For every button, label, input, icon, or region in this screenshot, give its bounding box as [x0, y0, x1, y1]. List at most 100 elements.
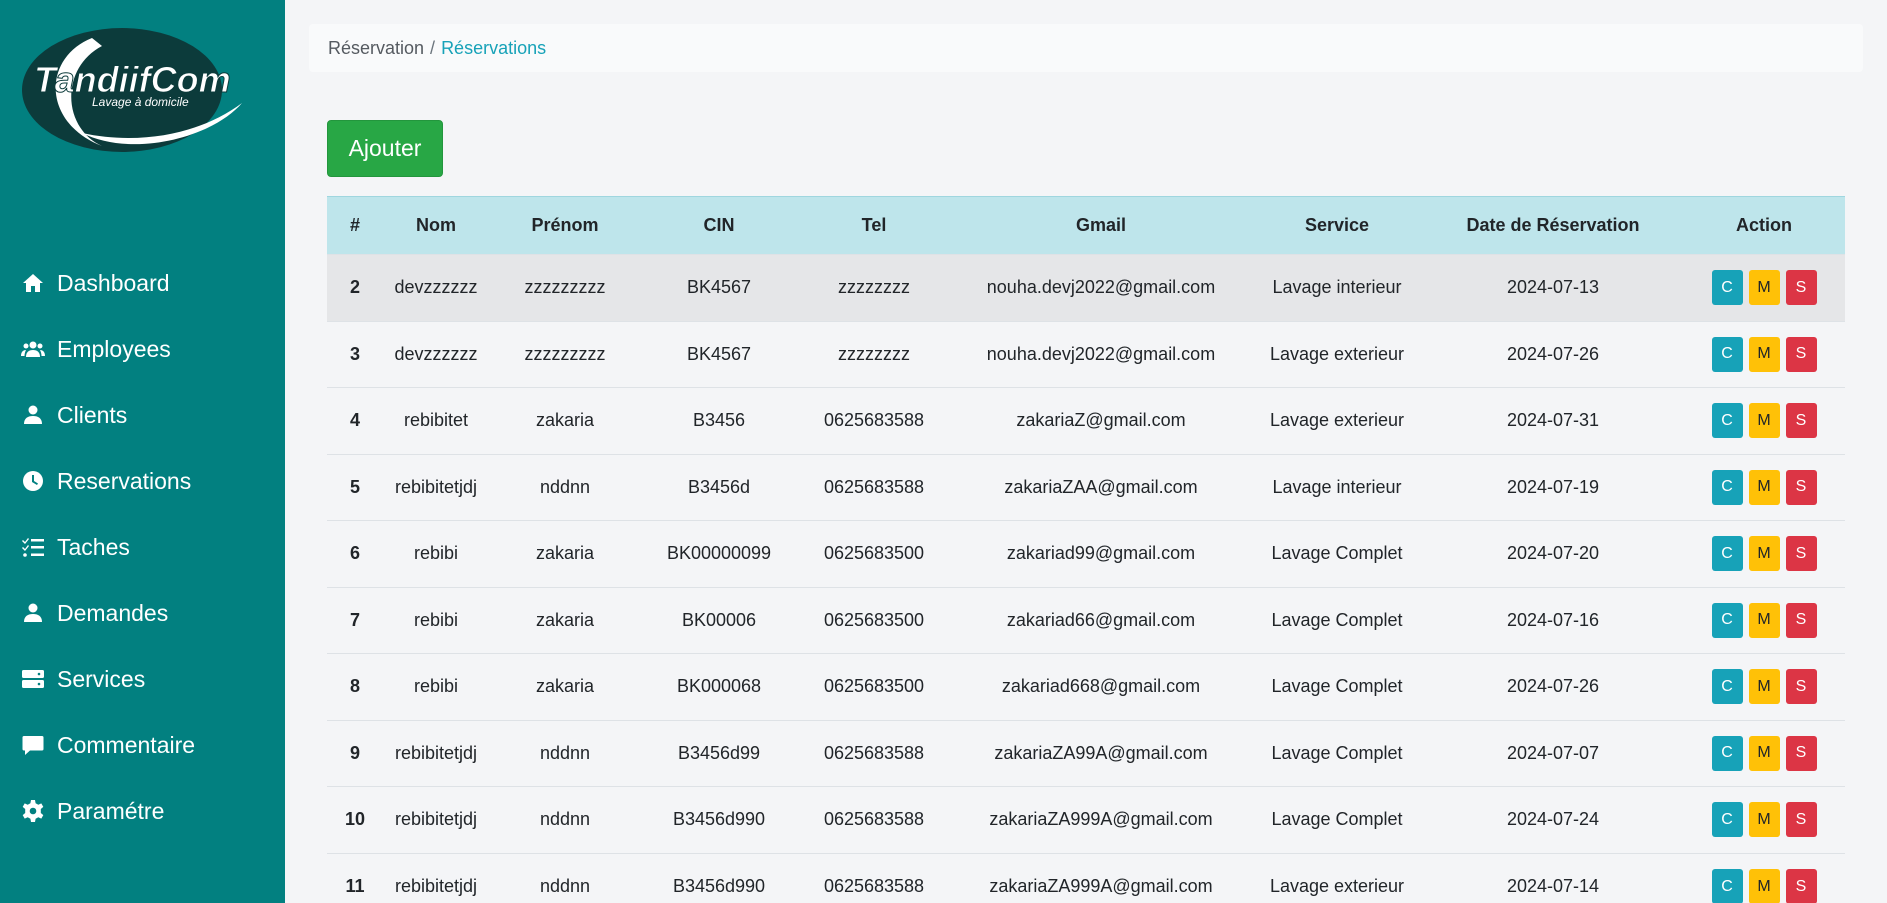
cell-id: 9	[349, 742, 360, 763]
delete-button[interactable]: S	[1785, 536, 1817, 572]
cell-nom: rebibitetjdj	[394, 476, 478, 497]
cell-service: Lavage exterieur	[1269, 876, 1405, 896]
modify-button[interactable]: M	[1748, 536, 1780, 572]
modify-button[interactable]: M	[1748, 869, 1780, 903]
consult-button[interactable]: C	[1711, 735, 1743, 771]
cell-action: CMS	[1683, 720, 1845, 787]
cell-cin: BK000068	[676, 676, 762, 697]
delete-button[interactable]: S	[1785, 669, 1817, 705]
cell-tel: 0625683500	[823, 609, 925, 630]
consult-button[interactable]: C	[1711, 270, 1743, 306]
cell-id: 8	[349, 676, 360, 697]
consult-button[interactable]: C	[1711, 602, 1743, 638]
sidebar-item-clients[interactable]: Clients	[0, 382, 285, 448]
consult-button[interactable]: C	[1711, 669, 1743, 705]
sidebar-item-services[interactable]: Services	[0, 646, 285, 712]
row-actions: CMS	[1711, 336, 1817, 372]
cell-nom: rebibitetjdj	[394, 809, 478, 830]
sidebar-item-reservations[interactable]: Reservations	[0, 448, 285, 514]
modify-button[interactable]: M	[1748, 336, 1780, 372]
cell-id: 7	[349, 609, 360, 630]
breadcrumb: Réservation / Réservations	[309, 24, 1863, 72]
cell-id: 6	[349, 543, 360, 564]
comment-icon	[20, 732, 46, 758]
row-actions: CMS	[1711, 735, 1817, 771]
table-body: 2 devzzzzzz zzzzzzzzz BK4567 zzzzzzzz nouha.d…	[327, 254, 1845, 903]
delete-button[interactable]: S	[1785, 735, 1817, 771]
modify-button[interactable]: M	[1748, 735, 1780, 771]
table-row: 3 devzzzzzz zzzzzzzzz BK4567 zzzzzzzz nouha.d…	[327, 321, 1845, 388]
modify-button[interactable]: M	[1748, 270, 1780, 306]
sidebar-item-demandes[interactable]: Demandes	[0, 580, 285, 646]
cell-service: Lavage Complet	[1271, 809, 1403, 830]
cell-tel: 0625683588	[823, 876, 925, 896]
sidebar-item-parametre[interactable]: Paramétre	[0, 778, 285, 844]
cell-tel: 0625683588	[823, 742, 925, 763]
cell-service: Lavage Complet	[1271, 742, 1403, 763]
cell-cin: BK00000099	[666, 543, 772, 564]
cell-date: 2024-07-13	[1506, 277, 1600, 298]
sidebar-item-dashboard[interactable]: Dashboard	[0, 250, 285, 316]
consult-button[interactable]: C	[1711, 802, 1743, 838]
table-row: 9 rebibitetjdj nddnn B3456d99 0625683588 zaka…	[327, 720, 1845, 787]
cell-action: CMS	[1683, 255, 1845, 322]
cell-tel: zzzzzzzz	[838, 343, 910, 364]
cell-cin: B3456	[692, 410, 746, 431]
modify-button[interactable]: M	[1748, 669, 1780, 705]
cell-date: 2024-07-24	[1506, 809, 1600, 830]
cell-tel: zzzzzzzz	[838, 277, 910, 298]
consult-button[interactable]: C	[1711, 869, 1743, 903]
modify-button[interactable]: M	[1748, 802, 1780, 838]
table-row: 11 rebibitetjdj nddnn B3456d990 0625683588 za…	[327, 853, 1845, 903]
delete-button[interactable]: S	[1785, 869, 1817, 903]
cell-service: Lavage Complet	[1271, 543, 1403, 564]
table-row: 5 rebibitetjdj nddnn B3456d 0625683588 zakari…	[327, 454, 1845, 521]
sidebar-item-label: Employees	[57, 335, 171, 362]
modify-button[interactable]: M	[1748, 602, 1780, 638]
consult-button[interactable]: C	[1711, 536, 1743, 572]
delete-button[interactable]: S	[1785, 469, 1817, 505]
modify-button[interactable]: M	[1748, 469, 1780, 505]
column-header-id: #	[327, 196, 383, 255]
consult-button[interactable]: C	[1711, 336, 1743, 372]
cell-cin: B3456d	[687, 476, 751, 497]
table-row: 7 rebibi zakaria BK00006 0625683500 zakariad6…	[327, 587, 1845, 654]
add-reservation-button[interactable]: Ajouter	[327, 120, 443, 177]
cell-action: CMS	[1683, 454, 1845, 521]
cell-id: 10	[344, 809, 366, 830]
breadcrumb-current: Réservations	[441, 37, 547, 58]
modify-button[interactable]: M	[1748, 403, 1780, 439]
table-row: 10 rebibitetjdj nddnn B3456d990 0625683588 za…	[327, 786, 1845, 854]
sidebar-item-employees[interactable]: Employees	[0, 316, 285, 382]
cell-service: Lavage Complet	[1271, 676, 1403, 697]
sidebar-item-commentaire[interactable]: Commentaire	[0, 712, 285, 778]
cell-prenom: nddnn	[539, 742, 591, 763]
cell-action: CMS	[1683, 388, 1845, 455]
cell-gmail: zakariaZAA@gmail.com	[1004, 476, 1198, 497]
cell-action: CMS	[1683, 321, 1845, 388]
table-header-row: # Nom Prénom CIN Tel Gmail Service Date …	[327, 196, 1845, 255]
server-icon	[20, 666, 46, 692]
cell-nom: rebibitet	[403, 410, 469, 431]
delete-button[interactable]: S	[1785, 802, 1817, 838]
delete-button[interactable]: S	[1785, 602, 1817, 638]
cell-nom: devzzzzzz	[394, 343, 478, 364]
sidebar-item-taches[interactable]: Taches	[0, 514, 285, 580]
cell-prenom: zakaria	[535, 410, 595, 431]
cell-tel: 0625683588	[823, 410, 925, 431]
brand-logo[interactable]: TandiifCom Lavage à domicile	[22, 28, 277, 153]
delete-button[interactable]: S	[1785, 336, 1817, 372]
cell-nom: rebibi	[413, 676, 459, 697]
delete-button[interactable]: S	[1785, 403, 1817, 439]
breadcrumb-parent[interactable]: Réservation	[328, 38, 424, 59]
column-header-service: Service	[1251, 196, 1423, 255]
cell-cin: B3456d99	[677, 742, 761, 763]
table-row: 8 rebibi zakaria BK000068 0625683500 zakariad…	[327, 653, 1845, 721]
delete-button[interactable]: S	[1785, 270, 1817, 306]
consult-button[interactable]: C	[1711, 403, 1743, 439]
consult-button[interactable]: C	[1711, 469, 1743, 505]
tasks-icon	[20, 534, 46, 560]
cell-service: Lavage exterieur	[1269, 343, 1405, 364]
gear-icon	[20, 798, 46, 824]
cell-nom: rebibi	[413, 609, 459, 630]
